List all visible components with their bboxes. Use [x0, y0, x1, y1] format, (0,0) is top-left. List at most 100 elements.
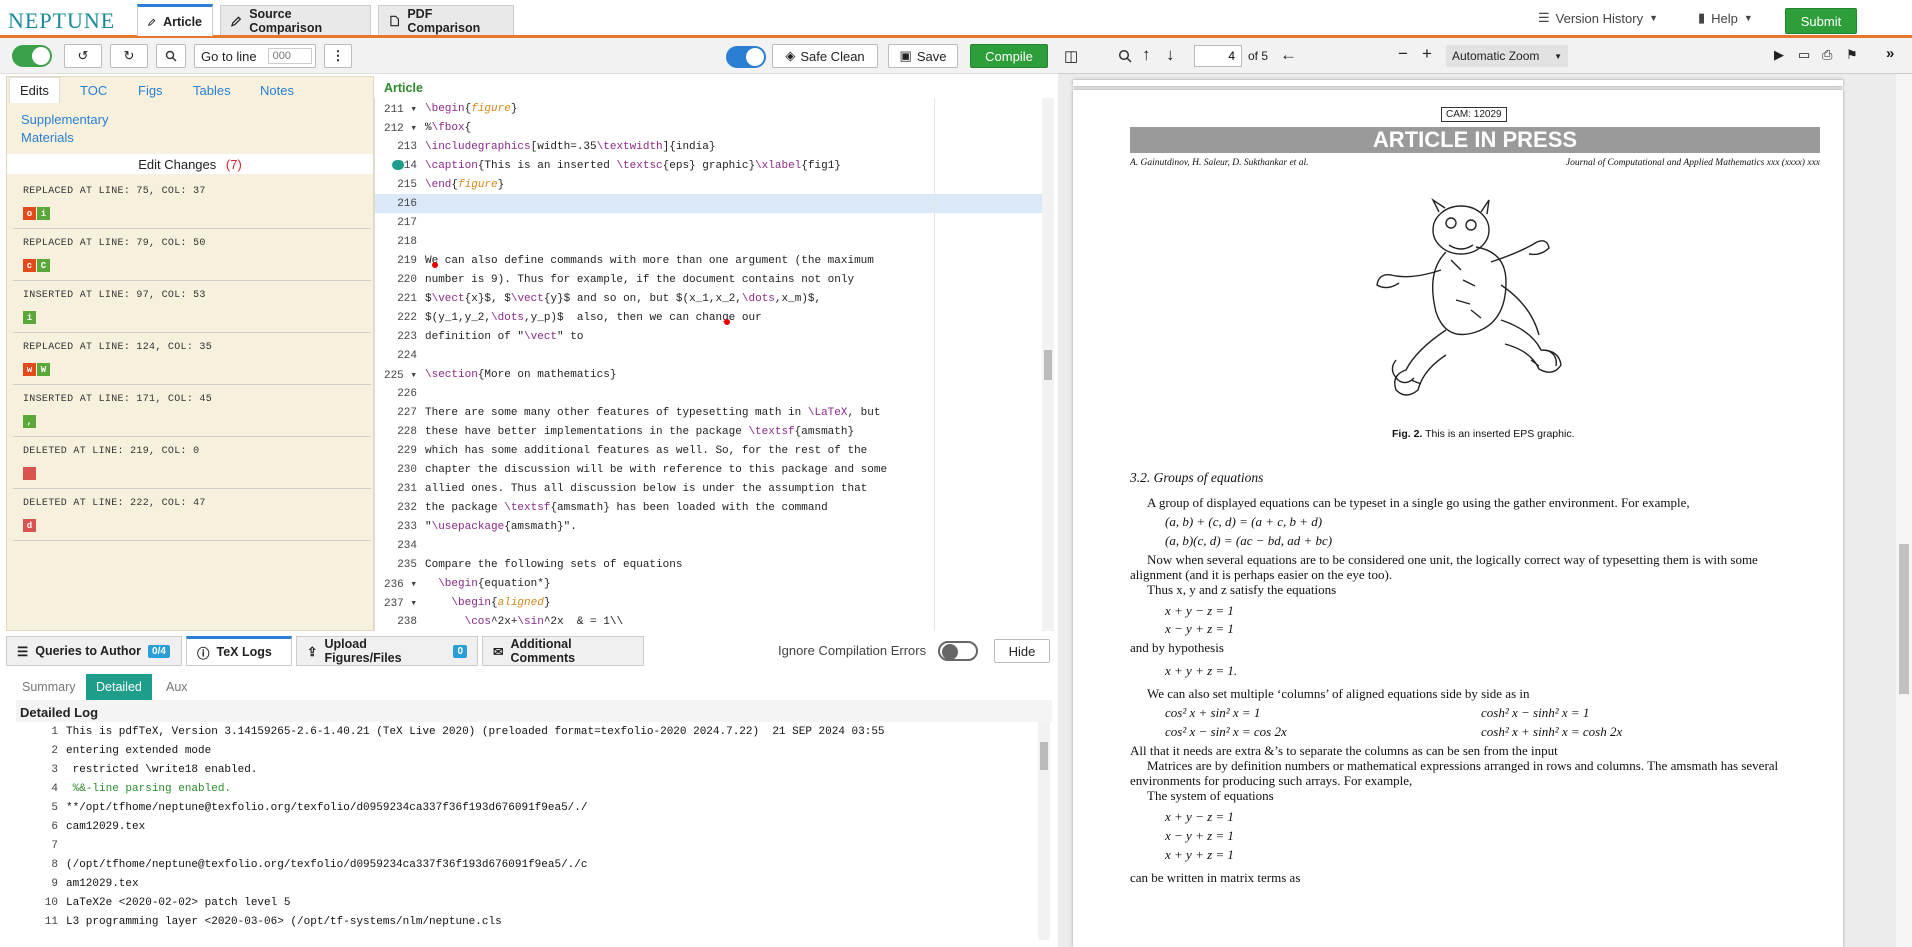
more-tools-icon[interactable]: » — [1886, 45, 1894, 62]
line-number: 222 — [397, 311, 417, 324]
redo-button[interactable]: ↻ — [110, 44, 148, 68]
log-scroll-thumb[interactable] — [1040, 742, 1048, 770]
submit-button[interactable]: Submit — [1785, 8, 1857, 34]
tab-upload-figures[interactable]: ⇪ Upload Figures/Files 0 — [296, 636, 478, 666]
open-file-icon[interactable]: ▭ — [1798, 47, 1810, 63]
version-history-menu[interactable]: ☰ Version History ▼ — [1538, 10, 1658, 26]
bookmark-icon[interactable]: ⚑ — [1846, 47, 1858, 63]
previous-page-icon[interactable]: ↑ — [1142, 45, 1151, 65]
tab-tables[interactable]: Tables — [193, 83, 231, 98]
code-line[interactable]: 221 $\vect{x}$, $\vect{y}$ and so on, bu… — [375, 289, 1042, 308]
safe-clean-toggle[interactable] — [726, 46, 766, 68]
equation: x + y − z = 1 — [1165, 603, 1234, 618]
undo-button[interactable]: ↺ — [64, 44, 102, 68]
tab-pdf-comparison[interactable]: PDF Comparison — [378, 5, 514, 35]
code-line[interactable]: 237 ▾ \begin{aligned} — [375, 593, 1042, 612]
code-line[interactable]: 218 — [375, 232, 1042, 251]
save-button[interactable]: ▣ Save — [888, 44, 958, 68]
zoom-out-icon[interactable]: − — [1398, 44, 1408, 64]
supplementary-materials-link[interactable]: Supplementary Materials — [21, 111, 108, 147]
tab-edits[interactable]: Edits — [9, 77, 60, 103]
toggle-switch[interactable] — [938, 641, 978, 661]
code-line[interactable]: 211 ▾ \begin{figure} — [375, 99, 1042, 118]
code-line[interactable]: 230 chapter the discussion will be with … — [375, 460, 1042, 479]
zoom-in-icon[interactable]: + — [1422, 44, 1432, 64]
line-number: 225 ▾ — [383, 369, 417, 382]
more-options-button[interactable]: ⋮ — [324, 44, 352, 68]
code-line[interactable]: 234 — [375, 536, 1042, 555]
editor-scrollbar[interactable] — [1042, 98, 1054, 631]
tab-queries-to-author[interactable]: ☰ Queries to Author 0/4 — [6, 636, 182, 666]
save-label: Save — [916, 48, 947, 64]
code-line[interactable]: 224 — [375, 346, 1042, 365]
code-line[interactable]: 238 \cos^2x+\sin^2x & = 1\\ — [375, 612, 1042, 631]
next-page-icon[interactable]: ↓ — [1166, 45, 1175, 65]
code-editor[interactable]: 211 ▾ \begin{figure} 212 ▾ %\fbox{213 \incl… — [374, 98, 1056, 631]
subtab-summary[interactable]: Summary — [12, 674, 85, 700]
goto-line-input[interactable] — [267, 48, 312, 64]
subtab-aux[interactable]: Aux — [156, 674, 198, 700]
log-scrollbar[interactable] — [1038, 722, 1050, 940]
edit-change-item[interactable]: REPLACED AT LINE: 124, COL: 35 w W — [13, 333, 371, 385]
compile-button[interactable]: Compile — [970, 44, 1048, 68]
code-line[interactable]: 215 \end{figure} — [375, 175, 1042, 194]
editor-scroll-thumb[interactable] — [1044, 350, 1052, 380]
track-toggle[interactable] — [10, 44, 54, 68]
toggle-switch[interactable] — [12, 45, 52, 67]
tab-notes[interactable]: Notes — [260, 83, 294, 98]
presentation-icon[interactable]: ▶ — [1774, 47, 1784, 63]
safe-clean-button[interactable]: ◈ Safe Clean — [772, 44, 878, 68]
code-line[interactable]: 229 which has some additional features a… — [375, 441, 1042, 460]
search-button[interactable] — [156, 44, 186, 68]
code-line[interactable]: 212 ▾ %\fbox{ — [375, 118, 1042, 137]
tab-toc[interactable]: TOC — [80, 83, 107, 98]
line-number: 236 ▾ — [383, 578, 417, 591]
edit-change-item[interactable]: REPLACED AT LINE: 75, COL: 37 o i — [13, 177, 371, 229]
pdf-scroll-thumb[interactable] — [1899, 544, 1909, 694]
toggle-switch[interactable] — [726, 46, 766, 68]
edit-change-item[interactable]: REPLACED AT LINE: 79, COL: 50 c C — [13, 229, 371, 281]
code-line[interactable]: 219 We can also define commands with mor… — [375, 251, 1042, 270]
page-number-input[interactable] — [1194, 45, 1242, 67]
subtab-detailed[interactable]: Detailed — [86, 674, 152, 700]
code-line[interactable]: 228 these have better implementations in… — [375, 422, 1042, 441]
code-line[interactable]: 217 — [375, 213, 1042, 232]
back-arrow-icon[interactable]: ← — [1280, 45, 1297, 65]
code-line[interactable]: 214 \caption{This is an inserted \textsc… — [375, 156, 1042, 175]
code-line[interactable]: 231 allied ones. Thus all discussion bel… — [375, 479, 1042, 498]
code-line[interactable]: 233 "\usepackage{amsmath}". — [375, 517, 1042, 536]
code-line[interactable]: 225 ▾ \section{More on mathematics} — [375, 365, 1042, 384]
tab-tex-logs[interactable]: ⓘ TeX Logs — [186, 636, 292, 666]
pdf-scrollbar[interactable] — [1896, 74, 1912, 947]
edit-change-item[interactable]: DELETED AT LINE: 219, COL: 0 — [13, 437, 371, 489]
log-output[interactable]: 1 This is pdfTeX, Version 3.14159265-2.6-… — [16, 722, 1052, 940]
code-line[interactable]: 232 the package \textsf{amsmath} has bee… — [375, 498, 1042, 517]
edit-change-item[interactable]: INSERTED AT LINE: 171, COL: 45, — [13, 385, 371, 437]
edit-change-item[interactable]: INSERTED AT LINE: 97, COL: 53 i — [13, 281, 371, 333]
tab-source-comparison[interactable]: Source Comparison — [220, 5, 371, 35]
code-line[interactable]: 220 number is 9). Thus for example, if t… — [375, 270, 1042, 289]
code-line[interactable]: 222 $(y_1,y_2,\dots,y_p)$ also, then we … — [375, 308, 1042, 327]
tab-article[interactable]: Article — [137, 4, 213, 36]
comment-icon[interactable] — [392, 160, 404, 170]
hide-button[interactable]: Hide — [994, 639, 1050, 663]
search-icon[interactable] — [1118, 49, 1132, 63]
code-line[interactable]: 216 — [375, 194, 1042, 213]
code-line[interactable]: 227 There are some many other features o… — [375, 403, 1042, 422]
zoom-select[interactable]: Automatic Zoom ▼ — [1446, 45, 1568, 67]
sidebar-toggle-icon[interactable]: ◫ — [1064, 47, 1078, 65]
search-icon — [165, 50, 177, 62]
code-line[interactable]: 226 — [375, 384, 1042, 403]
log-line-text: L3 programming layer <2020-03-06> (/opt/… — [66, 915, 502, 928]
ignore-errors-toggle[interactable] — [938, 641, 978, 661]
code-line[interactable]: 213 \includegraphics[width=.35\textwidth… — [375, 137, 1042, 156]
tab-additional-comments[interactable]: ✉ Additional Comments — [482, 636, 644, 666]
equation: (a, b)(c, d) = (ac − bd, ad + bc) — [1165, 533, 1333, 548]
code-line[interactable]: 236 ▾ \begin{equation*} — [375, 574, 1042, 593]
edit-change-item[interactable]: DELETED AT LINE: 222, COL: 47 d — [13, 489, 371, 541]
print-icon[interactable]: ⎙ — [1822, 47, 1832, 63]
code-line[interactable]: 235 Compare the following sets of equati… — [375, 555, 1042, 574]
tab-figs[interactable]: Figs — [138, 83, 163, 98]
code-line[interactable]: 223 definition of "\vect" to — [375, 327, 1042, 346]
help-menu[interactable]: ▮ Help ▼ — [1698, 10, 1753, 26]
